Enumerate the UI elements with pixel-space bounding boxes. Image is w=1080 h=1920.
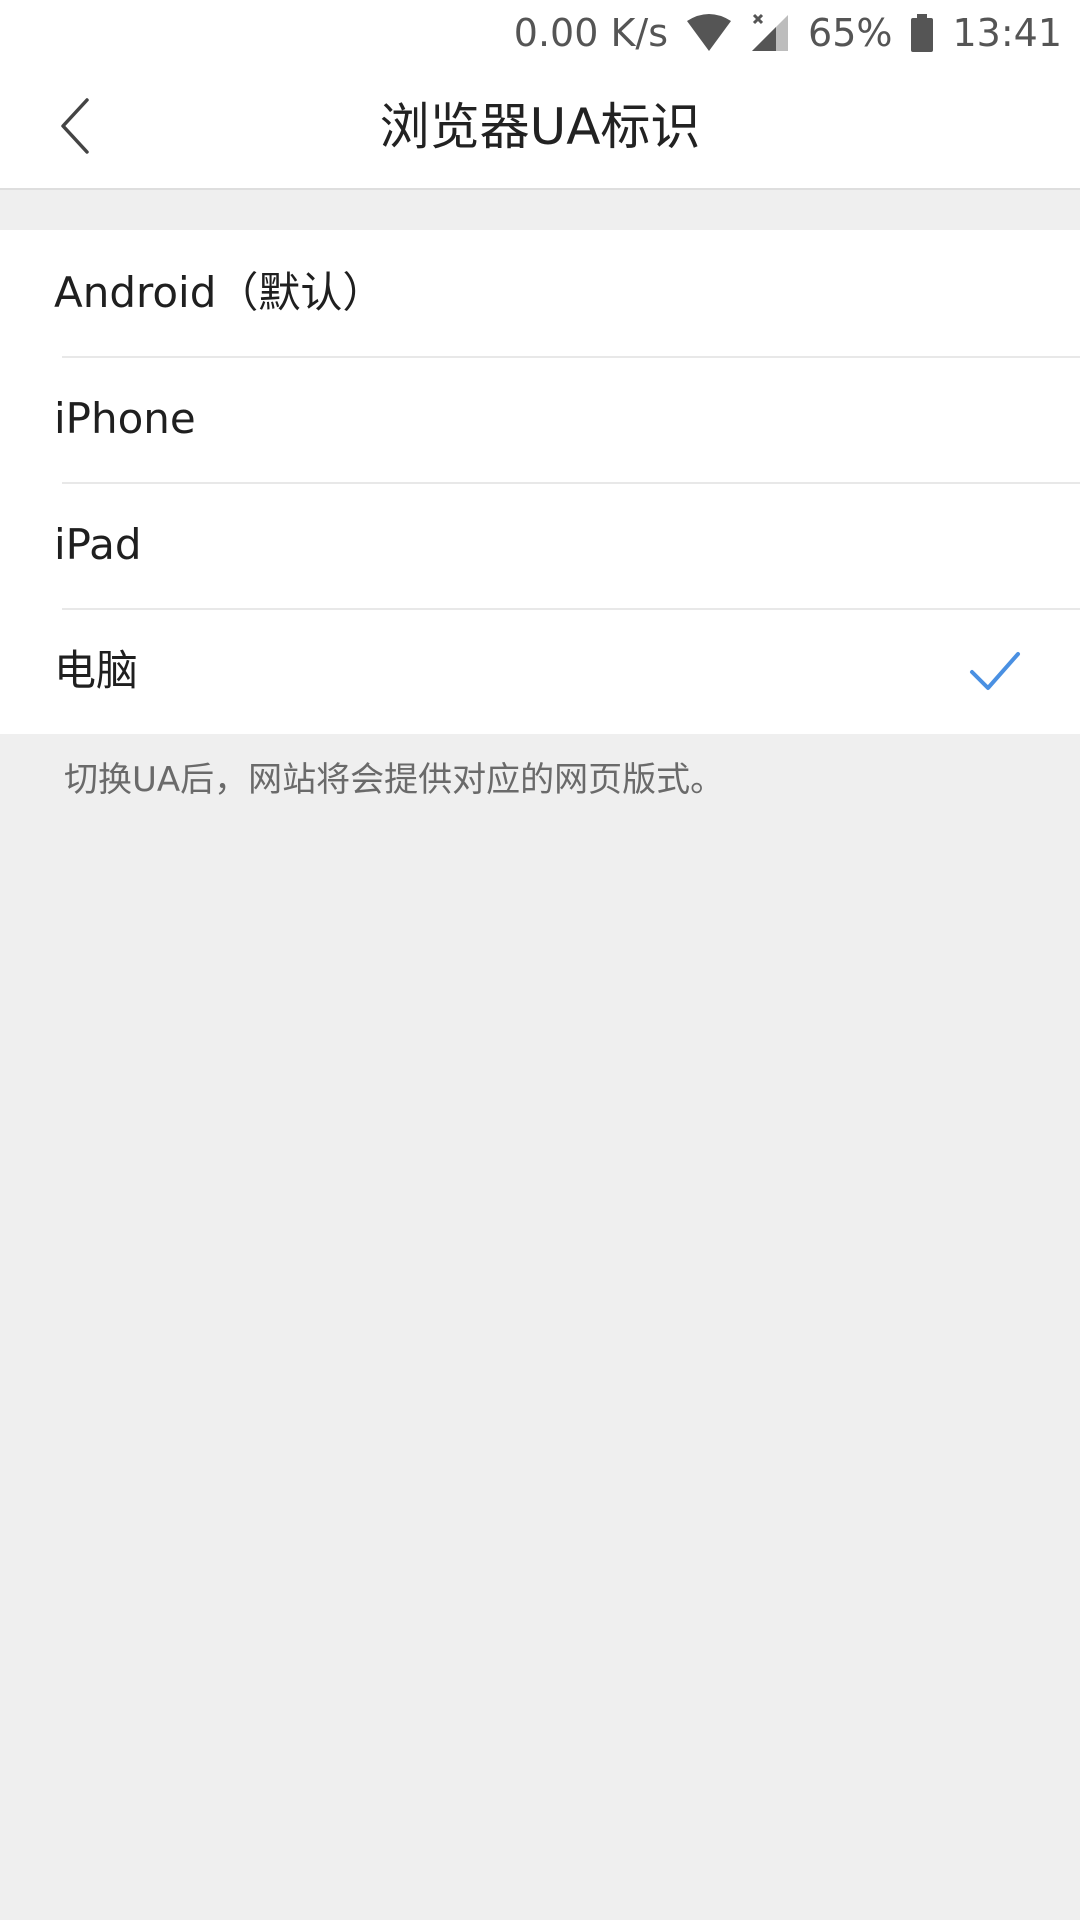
option-label: Android（默认） xyxy=(54,268,385,317)
wifi-icon xyxy=(686,13,732,53)
option-iphone[interactable]: iPhone xyxy=(0,356,1080,482)
back-button[interactable] xyxy=(40,88,110,168)
network-speed: 0.00 K/s xyxy=(513,11,669,55)
option-desktop[interactable]: 电脑 xyxy=(0,608,1080,734)
option-label: iPhone xyxy=(54,394,196,443)
clock: 13:41 xyxy=(952,11,1062,55)
signal-icon xyxy=(750,13,790,53)
option-label: 电脑 xyxy=(54,646,139,695)
chevron-left-icon xyxy=(57,96,93,160)
battery-icon xyxy=(910,13,934,53)
hint-text: 切换UA后，网站将会提供对应的网页版式。 xyxy=(64,760,725,800)
status-indicators: 0.00 K/s 65% 13:41 xyxy=(514,0,1062,66)
option-ipad[interactable]: iPad xyxy=(0,482,1080,608)
check-icon xyxy=(968,648,1022,694)
battery-percent: 65% xyxy=(808,11,893,55)
option-android[interactable]: Android（默认） xyxy=(0,230,1080,356)
option-label: iPad xyxy=(54,520,142,569)
top-bar: 浏览器UA标识 xyxy=(0,66,1080,190)
page-title: 浏览器UA标识 xyxy=(379,98,701,156)
ua-option-list: Android（默认） iPhone iPad 电脑 xyxy=(0,230,1080,734)
status-bar: 0.00 K/s 65% 13:41 xyxy=(0,0,1080,66)
